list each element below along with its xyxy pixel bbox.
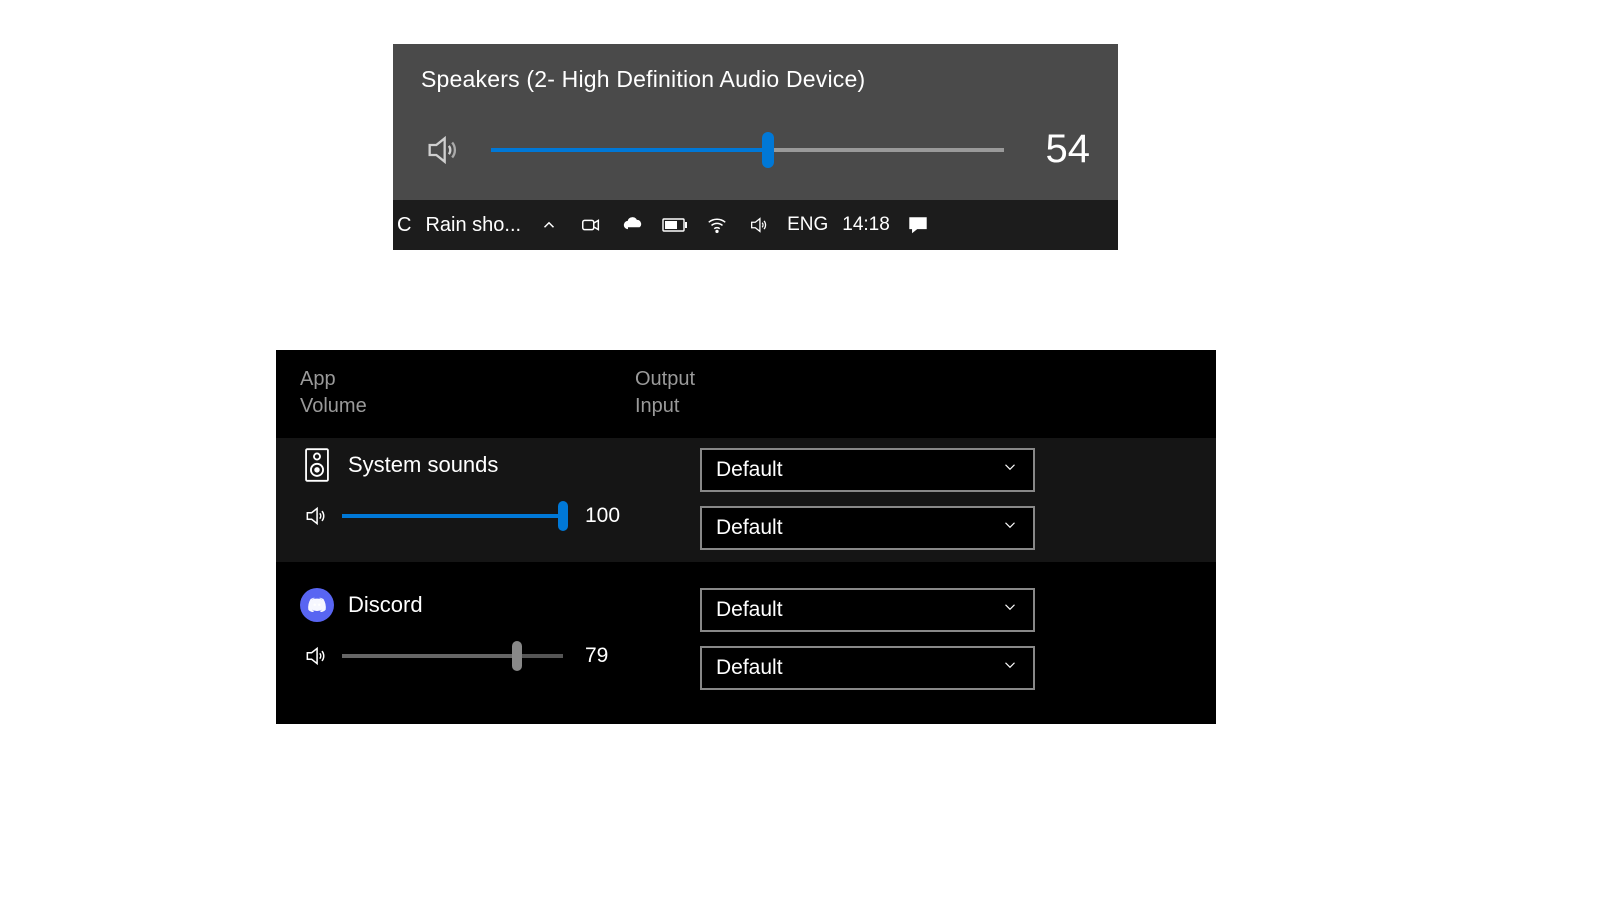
volume-flyout: Speakers (2- High Definition Audio Devic… xyxy=(393,44,1118,250)
volume-flyout-body: Speakers (2- High Definition Audio Devic… xyxy=(393,44,1118,200)
header-app: App xyxy=(300,366,635,393)
dropdown-value: Default xyxy=(716,598,783,622)
taskbar: C Rain sho... xyxy=(393,200,1118,250)
battery-icon[interactable] xyxy=(661,216,689,234)
header-app-volume: App Volume xyxy=(300,366,635,420)
taskbar-clock[interactable]: 14:18 xyxy=(842,214,890,236)
system-sounds-icon xyxy=(300,448,334,482)
weather-text: Rain sho... xyxy=(425,214,521,237)
app-volume-mixer: App Volume Output Input xyxy=(276,350,1216,724)
chevron-down-icon xyxy=(1001,598,1019,622)
chevron-down-icon xyxy=(1001,516,1019,540)
app-volume-value: 100 xyxy=(585,504,635,528)
dropdown-value: Default xyxy=(716,516,783,540)
input-device-dropdown[interactable]: Default xyxy=(700,646,1035,690)
language-indicator[interactable]: ENG xyxy=(787,214,828,236)
speaker-small-icon[interactable] xyxy=(300,503,332,529)
meet-now-icon[interactable] xyxy=(577,214,605,236)
output-device-dropdown[interactable]: Default xyxy=(700,448,1035,492)
output-device-dropdown[interactable]: Default xyxy=(700,588,1035,632)
dropdown-value: Default xyxy=(716,458,783,482)
taskbar-weather[interactable]: C Rain sho... xyxy=(397,214,521,237)
discord-icon xyxy=(300,588,334,622)
app-name-label: System sounds xyxy=(348,452,498,478)
action-center-icon[interactable] xyxy=(904,214,932,236)
tray-overflow-icon[interactable] xyxy=(535,216,563,234)
input-device-dropdown[interactable]: Default xyxy=(700,506,1035,550)
app-row-discord: Discord 79 xyxy=(276,578,1216,702)
header-output: Output xyxy=(635,366,695,393)
master-volume-slider[interactable] xyxy=(491,130,1004,170)
app-volume-slider[interactable] xyxy=(342,640,563,672)
audio-device-title[interactable]: Speakers (2- High Definition Audio Devic… xyxy=(421,66,1090,93)
speaker-small-icon[interactable] xyxy=(300,643,332,669)
master-volume-row: 54 xyxy=(421,127,1090,172)
header-input: Input xyxy=(635,393,695,420)
app-name-label: Discord xyxy=(348,592,423,618)
mixer-headers: App Volume Output Input xyxy=(276,366,1216,420)
weather-prefix: C xyxy=(397,214,411,237)
app-row-system-sounds: System sounds 100 xyxy=(276,438,1216,562)
wifi-icon[interactable] xyxy=(703,214,731,236)
speaker-icon[interactable] xyxy=(421,130,465,170)
app-volume-value: 79 xyxy=(585,644,635,668)
chevron-down-icon xyxy=(1001,656,1019,680)
dropdown-value: Default xyxy=(716,656,783,680)
volume-tray-icon[interactable] xyxy=(745,214,773,236)
chevron-down-icon xyxy=(1001,458,1019,482)
master-volume-value: 54 xyxy=(1030,127,1090,172)
app-volume-slider[interactable] xyxy=(342,500,563,532)
onedrive-icon[interactable] xyxy=(619,214,647,236)
header-output-input: Output Input xyxy=(635,366,695,420)
header-volume: Volume xyxy=(300,393,635,420)
